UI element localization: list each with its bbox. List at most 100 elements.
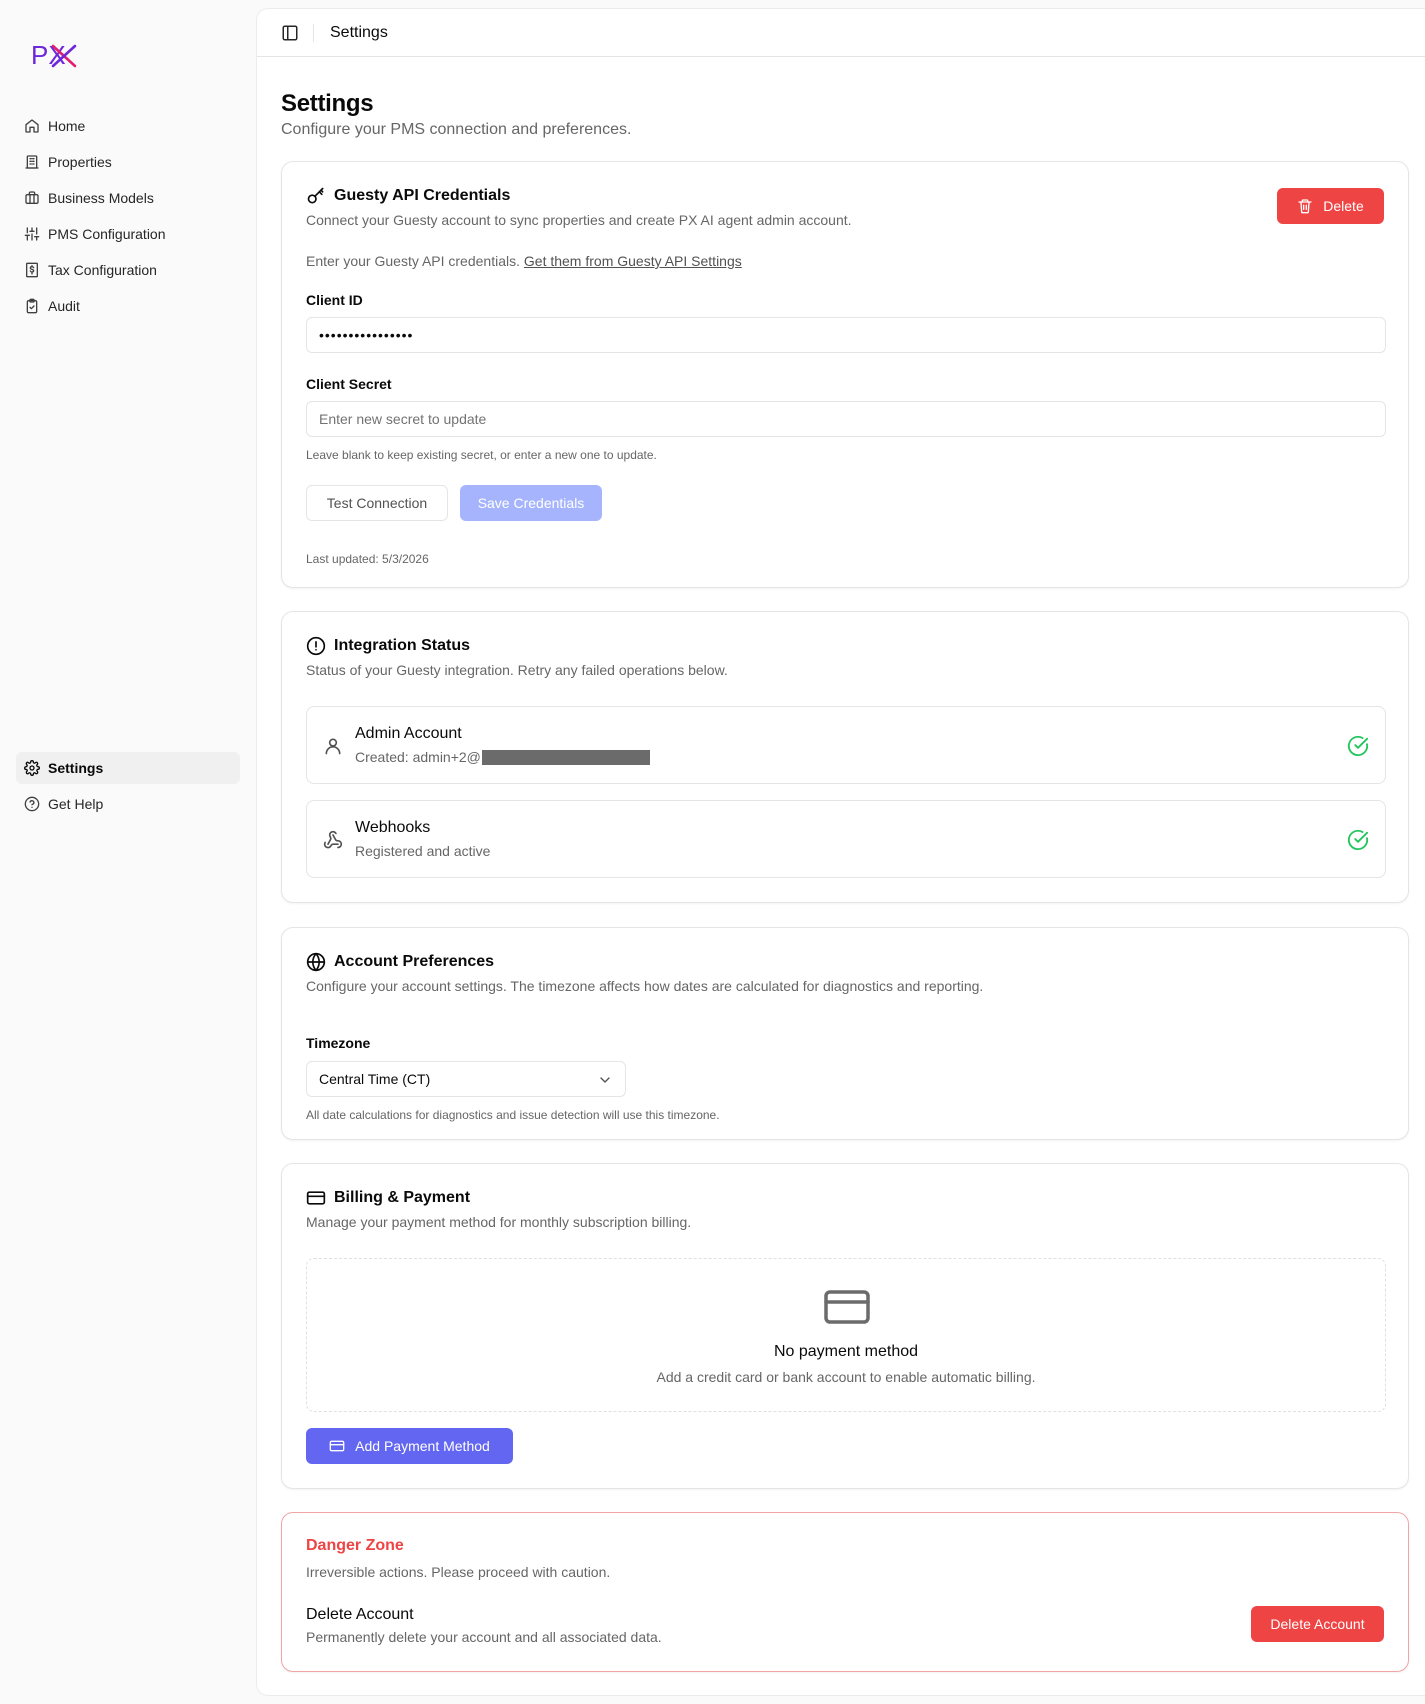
add-payment-method-button[interactable]: Add Payment Method bbox=[306, 1428, 513, 1464]
delete-account-description: Permanently delete your account and all … bbox=[306, 1629, 662, 1645]
card-title-text: Guesty API Credentials bbox=[334, 187, 511, 204]
credit-card-icon bbox=[306, 1191, 326, 1205]
sidebar-item-business-models[interactable]: Business Models bbox=[16, 182, 240, 214]
intro-text: Enter your Guesty API credentials. bbox=[306, 253, 520, 269]
timezone-hint: All date calculations for diagnostics an… bbox=[306, 1108, 720, 1122]
sliders-icon bbox=[24, 227, 40, 241]
client-secret-input[interactable] bbox=[306, 401, 1386, 437]
topbar: Settings bbox=[257, 9, 1425, 57]
last-updated-text: Last updated: 5/3/2026 bbox=[306, 552, 429, 566]
card-description: Configure your account settings. The tim… bbox=[306, 978, 984, 994]
danger-zone-description: Irreversible actions. Please proceed wit… bbox=[306, 1564, 611, 1580]
card-title-text: Account Preferences bbox=[334, 953, 495, 970]
card-description: Manage your payment method for monthly s… bbox=[306, 1214, 692, 1230]
guesty-api-settings-link[interactable]: Get them from Guesty API Settings bbox=[524, 253, 742, 269]
gear-icon bbox=[24, 760, 40, 776]
card-title: Integration Status bbox=[306, 636, 1384, 656]
breadcrumb: Settings bbox=[330, 23, 388, 41]
building-icon bbox=[25, 155, 39, 169]
guesty-credentials-card: Guesty API Credentials Connect your Gues… bbox=[281, 161, 1409, 588]
danger-zone-card: Danger Zone Irreversible actions. Please… bbox=[281, 1512, 1409, 1672]
check-circle-icon bbox=[1347, 829, 1369, 850]
card-header: Account Preferences Configure your accou… bbox=[306, 952, 1384, 994]
page-subtitle: Configure your PMS connection and prefer… bbox=[281, 121, 632, 138]
topbar-separator bbox=[313, 23, 314, 42]
briefcase-icon bbox=[25, 191, 39, 204]
sidebar-item-label: Business Models bbox=[48, 190, 154, 206]
test-connection-button[interactable]: Test Connection bbox=[306, 485, 448, 521]
delete-account-title: Delete Account bbox=[306, 1606, 414, 1623]
page-header: Settings Configure your PMS connection a… bbox=[281, 89, 1409, 143]
danger-zone-title: Danger Zone bbox=[306, 1537, 404, 1554]
sidebar-item-label: Get Help bbox=[48, 796, 104, 812]
timezone-label: Timezone bbox=[306, 1035, 371, 1051]
user-icon bbox=[325, 738, 341, 755]
delete-credentials-button[interactable]: Delete bbox=[1277, 188, 1384, 224]
sidebar-item-label: PMS Configuration bbox=[48, 226, 166, 242]
timezone-value: Central Time (CT) bbox=[319, 1071, 431, 1087]
status-subtitle: Created: admin+2@ bbox=[355, 749, 650, 765]
sidebar-item-properties[interactable]: Properties bbox=[16, 146, 240, 178]
account-preferences-card: Account Preferences Configure your accou… bbox=[281, 927, 1409, 1140]
check-circle-icon bbox=[1347, 735, 1369, 756]
sidebar-item-label: Properties bbox=[48, 154, 112, 170]
home-icon bbox=[25, 119, 39, 133]
sidebar-item-audit[interactable]: Audit bbox=[16, 290, 240, 322]
save-credentials-button[interactable]: Save Credentials bbox=[460, 485, 602, 521]
empty-subtitle: Add a credit card or bank account to ena… bbox=[656, 1369, 1036, 1385]
add-payment-label: Add Payment Method bbox=[355, 1438, 490, 1454]
sidebar-item-pms-configuration[interactable]: PMS Configuration bbox=[16, 218, 240, 250]
card-description: Status of your Guesty integration. Retry… bbox=[306, 662, 728, 678]
admin-email-text: Created: admin+2@ bbox=[355, 749, 481, 765]
alert-circle-icon bbox=[306, 636, 326, 656]
card-title-text: Integration Status bbox=[334, 637, 471, 654]
card-title-text: Billing & Payment bbox=[334, 1189, 471, 1206]
integration-status-card: Integration Status Status of your Guesty… bbox=[281, 611, 1409, 903]
sidebar-item-label: Tax Configuration bbox=[48, 262, 157, 278]
status-title: Webhooks bbox=[355, 819, 431, 836]
timezone-select[interactable]: Central Time (CT) bbox=[306, 1061, 626, 1097]
logo-text: PX bbox=[31, 42, 66, 70]
sidebar-item-home[interactable]: Home bbox=[16, 110, 240, 142]
px-logo[interactable]: PX bbox=[31, 42, 81, 70]
receipt-icon bbox=[26, 262, 38, 278]
status-title: Admin Account bbox=[355, 725, 462, 742]
credentials-intro: Enter your Guesty API credentials. Get t… bbox=[306, 253, 742, 269]
sidebar-toggle-icon[interactable] bbox=[281, 24, 299, 42]
chevron-down-icon bbox=[600, 1077, 610, 1083]
sidebar-item-get-help[interactable]: Get Help bbox=[16, 788, 240, 820]
credit-card-icon bbox=[329, 1440, 345, 1452]
sidebar-item-tax-configuration[interactable]: Tax Configuration bbox=[16, 254, 240, 286]
sidebar: PX Home Properties Business Models PMS C… bbox=[0, 0, 256, 1704]
admin-account-status: Admin Account Created: admin+2@ bbox=[306, 706, 1386, 784]
card-header: Integration Status Status of your Guesty… bbox=[306, 636, 1384, 678]
sidebar-item-label: Settings bbox=[48, 760, 104, 776]
card-header: Guesty API Credentials Connect your Gues… bbox=[306, 186, 1384, 228]
globe-icon bbox=[306, 952, 326, 972]
card-title: Guesty API Credentials bbox=[306, 186, 1384, 206]
webhooks-status: Webhooks Registered and active bbox=[306, 800, 1386, 878]
delete-account-button[interactable]: Delete Account bbox=[1251, 1606, 1384, 1642]
help-circle-icon bbox=[24, 796, 40, 812]
client-id-label: Client ID bbox=[306, 292, 363, 308]
billing-card: Billing & Payment Manage your payment me… bbox=[281, 1163, 1409, 1489]
sidebar-item-settings[interactable]: Settings bbox=[16, 752, 240, 784]
card-description: Connect your Guesty account to sync prop… bbox=[306, 212, 852, 228]
card-title: Account Preferences bbox=[306, 952, 1384, 972]
sidebar-footer-nav: Settings Get Help bbox=[16, 752, 240, 824]
status-subtitle: Registered and active bbox=[355, 843, 491, 859]
redacted-block bbox=[481, 749, 650, 765]
key-icon bbox=[307, 187, 324, 204]
client-id-input[interactable] bbox=[306, 317, 1386, 353]
card-header: Billing & Payment Manage your payment me… bbox=[306, 1188, 1384, 1230]
trash-icon bbox=[1298, 199, 1312, 214]
sidebar-item-label: Audit bbox=[48, 298, 80, 314]
card-title: Billing & Payment bbox=[306, 1188, 1384, 1208]
card-header: Danger Zone Irreversible actions. Please… bbox=[306, 1537, 1384, 1580]
client-secret-hint: Leave blank to keep existing secret, or … bbox=[306, 448, 657, 462]
sidebar-item-label: Home bbox=[48, 118, 86, 134]
clipboard-icon bbox=[26, 298, 38, 314]
client-secret-label: Client Secret bbox=[306, 376, 392, 392]
no-payment-method-box: No payment method Add a credit card or b… bbox=[306, 1258, 1386, 1412]
empty-title: No payment method bbox=[773, 1343, 919, 1360]
